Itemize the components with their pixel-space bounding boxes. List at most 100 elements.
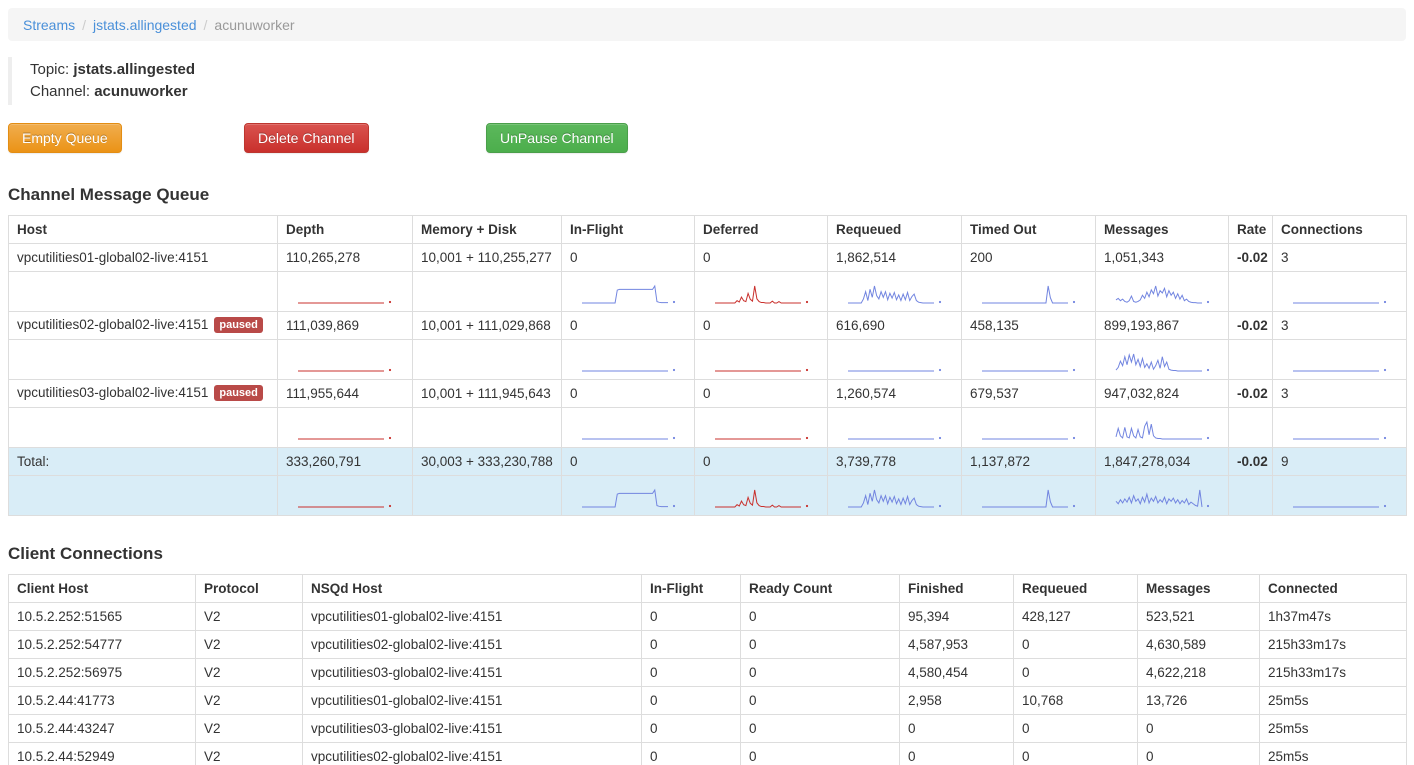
delete-channel-button[interactable]: Delete Channel xyxy=(244,123,369,153)
channel-meta: Topic: jstats.allingested Channel: acunu… xyxy=(8,57,1414,105)
spark-memory-disk xyxy=(412,271,562,312)
table-row: vpcutilities03-global02-live:4151 paused … xyxy=(8,379,1407,408)
header-depth: Depth xyxy=(277,215,413,244)
cell-client-host: 10.5.2.252:56975 xyxy=(8,658,196,687)
breadcrumb-item-topic[interactable]: jstats.allingested xyxy=(93,17,197,33)
sparkline-chart xyxy=(563,477,694,515)
cell-connected: 215h33m17s xyxy=(1259,630,1407,659)
sparkline-chart xyxy=(1097,273,1228,311)
cell-in-flight: 0 xyxy=(641,742,741,765)
cell-depth: 333,260,791 xyxy=(277,447,413,476)
breadcrumb-separator: / xyxy=(82,16,87,33)
cell-connected: 25m5s xyxy=(1259,742,1407,765)
sparkline-in-flight xyxy=(561,407,695,448)
nsqadmin-channel-page: Streams / jstats.allingested / acunuwork… xyxy=(0,8,1414,765)
sparkline-chart xyxy=(963,273,1095,311)
cell-deferred: 0 xyxy=(694,311,828,340)
header-connected: Connected xyxy=(1259,574,1407,603)
sparkline-chart xyxy=(696,273,827,311)
sparkline-chart xyxy=(963,409,1095,447)
sparkline-row-total xyxy=(8,475,1407,516)
spark-host xyxy=(8,475,278,516)
client-connections-table: Client Host Protocol NSQd Host In-Flight… xyxy=(8,574,1407,765)
sparkline-chart xyxy=(963,341,1095,379)
cell-nsqd-host: vpcutilities01-global02-live:4151 xyxy=(302,686,642,715)
table-row: 10.5.2.44:43247 V2 vpcutilities03-global… xyxy=(8,714,1407,743)
sparkline-in-flight xyxy=(561,475,695,516)
cell-connected: 25m5s xyxy=(1259,686,1407,715)
header-messages: Messages xyxy=(1095,215,1229,244)
channel-label: Channel: xyxy=(30,83,91,100)
cell-finished: 95,394 xyxy=(899,602,1014,631)
cell-deferred: 0 xyxy=(694,379,828,408)
sparkline-deferred xyxy=(694,271,828,312)
host-name: vpcutilities03-global02-live:4151 xyxy=(17,385,209,400)
spark-host xyxy=(8,271,278,312)
cell-depth: 110,265,278 xyxy=(277,243,413,272)
sparkline-depth xyxy=(277,339,413,380)
sparkline-chart xyxy=(696,341,827,379)
cell-timed-out: 458,135 xyxy=(961,311,1096,340)
sparkline-deferred xyxy=(694,475,828,516)
channel-actions: Empty Queue Delete Channel UnPause Chann… xyxy=(0,123,1414,157)
sparkline-connections xyxy=(1272,339,1407,380)
table-row: vpcutilities01-global02-live:4151 110,26… xyxy=(8,243,1407,272)
header-ready-count: Ready Count xyxy=(740,574,900,603)
cell-requeued: 10,768 xyxy=(1013,686,1138,715)
sparkline-messages xyxy=(1095,271,1229,312)
cell-messages: 0 xyxy=(1137,742,1260,765)
cell-memory-disk: 10,001 + 110,255,277 xyxy=(412,243,562,272)
sparkline-chart xyxy=(279,477,412,515)
cell-nsqd-host: vpcutilities01-global02-live:4151 xyxy=(302,602,642,631)
breadcrumb-item-channel: acunuworker xyxy=(214,16,295,33)
cell-ready-count: 0 xyxy=(740,714,900,743)
cell-host: vpcutilities01-global02-live:4151 xyxy=(8,243,278,272)
cell-deferred: 0 xyxy=(694,447,828,476)
channel-message-queue-body: vpcutilities01-global02-live:4151 110,26… xyxy=(8,243,1407,516)
sparkline-in-flight xyxy=(561,271,695,312)
breadcrumb-item-streams[interactable]: Streams xyxy=(23,17,75,33)
sparkline-row xyxy=(8,339,1407,380)
header-host: Host xyxy=(8,215,278,244)
sparkline-timed-out xyxy=(961,407,1096,448)
cell-messages: 523,521 xyxy=(1137,602,1260,631)
spark-host xyxy=(8,339,278,380)
cell-connected: 25m5s xyxy=(1259,714,1407,743)
header-rate: Rate xyxy=(1228,215,1273,244)
sparkline-chart xyxy=(963,477,1095,515)
sparkline-chart xyxy=(696,477,827,515)
cell-ready-count: 0 xyxy=(740,630,900,659)
header-requeued: Requeued xyxy=(1013,574,1138,603)
spark-memory-disk xyxy=(412,475,562,516)
sparkline-chart xyxy=(829,477,961,515)
cell-requeued: 1,862,514 xyxy=(827,243,962,272)
cell-finished: 0 xyxy=(899,742,1014,765)
cell-rate: -0.02 xyxy=(1228,447,1273,476)
cell-ready-count: 0 xyxy=(740,742,900,765)
sparkline-requeued xyxy=(827,271,962,312)
spark-rate xyxy=(1228,475,1273,516)
cell-in-flight: 0 xyxy=(561,311,695,340)
cell-rate: -0.02 xyxy=(1228,311,1273,340)
cell-protocol: V2 xyxy=(195,658,303,687)
cell-protocol: V2 xyxy=(195,630,303,659)
cell-timed-out: 1,137,872 xyxy=(961,447,1096,476)
cell-requeued: 0 xyxy=(1013,742,1138,765)
cell-ready-count: 0 xyxy=(740,658,900,687)
empty-queue-button[interactable]: Empty Queue xyxy=(8,123,122,153)
client-connections-body: 10.5.2.252:51565 V2 vpcutilities01-globa… xyxy=(8,602,1407,765)
cell-nsqd-host: vpcutilities02-global02-live:4151 xyxy=(302,630,642,659)
table-row: 10.5.2.252:51565 V2 vpcutilities01-globa… xyxy=(8,602,1407,631)
unpause-channel-button[interactable]: UnPause Channel xyxy=(486,123,628,153)
sparkline-requeued xyxy=(827,407,962,448)
sparkline-messages xyxy=(1095,339,1229,380)
header-nsqd-host: NSQd Host xyxy=(302,574,642,603)
table-header-row: Client Host Protocol NSQd Host In-Flight… xyxy=(8,574,1407,603)
channel-message-queue-title: Channel Message Queue xyxy=(8,185,210,204)
sparkline-chart xyxy=(1274,341,1406,379)
cell-in-flight: 0 xyxy=(641,714,741,743)
breadcrumb-separator: / xyxy=(203,16,208,33)
spark-memory-disk xyxy=(412,407,562,448)
cell-client-host: 10.5.2.44:41773 xyxy=(8,686,196,715)
cell-in-flight: 0 xyxy=(641,630,741,659)
